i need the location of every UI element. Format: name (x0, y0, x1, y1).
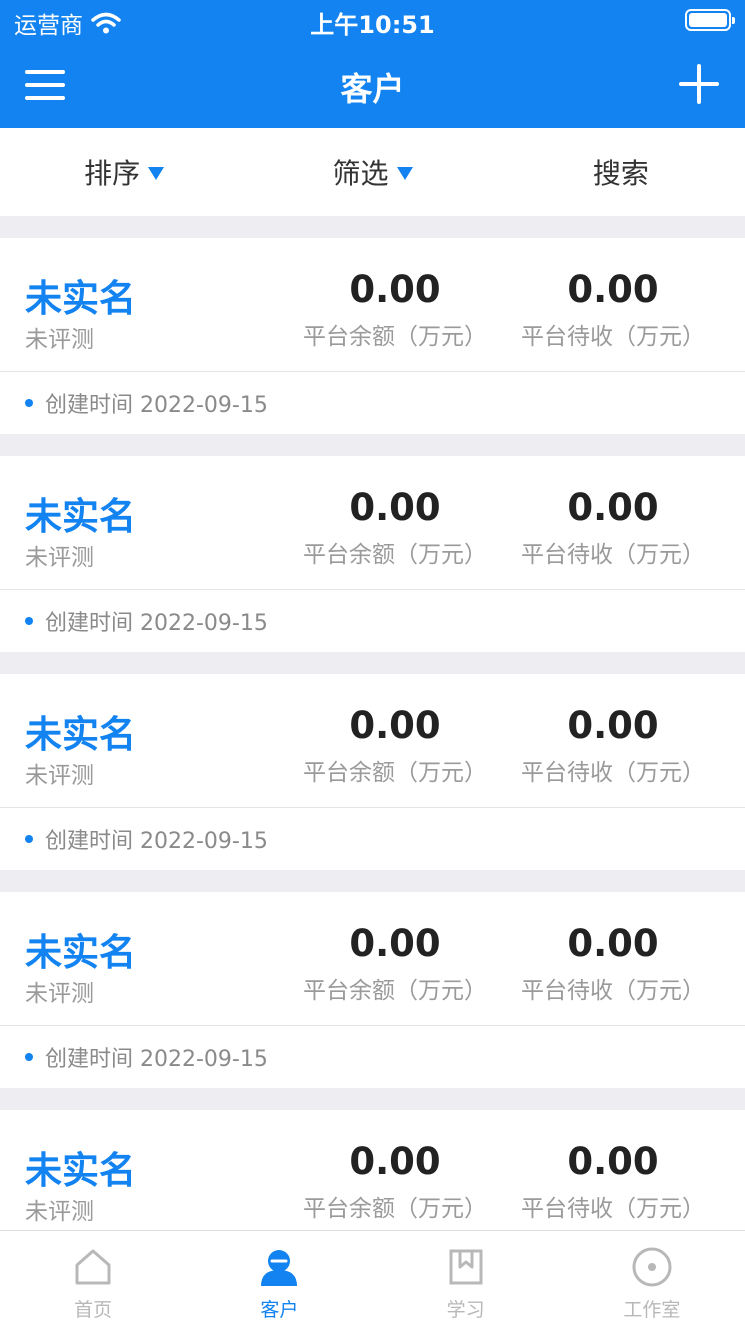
card-summary: 未实名 未评测 0.00 平台余额（万元） 0.00 平台待收（万元） (0, 456, 745, 590)
pending-value: 0.00 (567, 486, 659, 529)
pending-metric: 0.00 平台待收（万元） (508, 486, 718, 569)
tab-home-label: 首页 (74, 1299, 113, 1321)
pending-value: 0.00 (567, 922, 659, 965)
add-customer-button[interactable] (677, 62, 721, 106)
created-time: 创建时间 2022-09-15 (45, 393, 268, 418)
pending-label: 平台待收（万元） (521, 978, 705, 1004)
balance-value: 0.00 (349, 486, 441, 529)
page-title: 客户 (340, 70, 405, 108)
pending-metric: 0.00 平台待收（万元） (508, 1140, 718, 1223)
header: 运营商 上午10:51 客户 (0, 0, 745, 128)
search-label: 搜索 (592, 157, 649, 190)
pending-metric: 0.00 平台待收（万元） (508, 268, 718, 351)
customer-card[interactable]: 未实名 未评测 0.00 平台余额（万元） 0.00 平台待收（万元） 创建时间… (0, 456, 745, 652)
tab-bar: 首页 客户 学习 工作室 (0, 1230, 745, 1329)
balance-metric: 0.00 平台余额（万元） (290, 704, 500, 787)
caret-down-icon (148, 166, 165, 180)
balance-label: 平台余额（万元） (303, 324, 487, 350)
pending-label: 平台待收（万元） (521, 760, 705, 786)
created-time: 创建时间 2022-09-15 (45, 829, 268, 854)
caret-down-icon (396, 166, 413, 180)
pending-label: 平台待收（万元） (521, 324, 705, 350)
tab-studio[interactable]: 工作室 (559, 1231, 745, 1329)
battery-icon (685, 9, 735, 31)
filter-button[interactable]: 筛选 (248, 152, 496, 192)
pending-value: 0.00 (567, 268, 659, 311)
balance-metric: 0.00 平台余额（万元） (290, 922, 500, 1005)
clock: 上午10:51 (310, 11, 435, 39)
customer-card[interactable]: 未实名 未评测 0.00 平台余额（万元） 0.00 平台待收（万元） 创建时间… (0, 238, 745, 434)
card-summary: 未实名 未评测 0.00 平台余额（万元） 0.00 平台待收（万元） (0, 238, 745, 372)
balance-metric: 0.00 平台余额（万元） (290, 1140, 500, 1223)
assessment-status: 未评测 (25, 763, 94, 789)
sort-button[interactable]: 排序 (0, 152, 248, 192)
status-bar: 运营商 上午10:51 (0, 0, 745, 44)
customer-name: 未实名 (25, 1149, 136, 1192)
balance-value: 0.00 (349, 1140, 441, 1183)
card-footer: 创建时间 2022-09-15 (0, 808, 745, 870)
balance-label: 平台余额（万元） (303, 760, 487, 786)
bullet-dot (25, 617, 33, 625)
pending-metric: 0.00 平台待收（万元） (508, 704, 718, 787)
assessment-status: 未评测 (25, 545, 94, 571)
assessment-status: 未评测 (25, 981, 94, 1007)
app-root: 运营商 上午10:51 客户 排序 筛选 搜索 未实名 未评测 0.00 平台余… (0, 0, 745, 1329)
card-summary: 未实名 未评测 0.00 平台余额（万元） 0.00 平台待收（万元） (0, 1110, 745, 1244)
tab-home[interactable]: 首页 (0, 1231, 186, 1329)
balance-value: 0.00 (349, 704, 441, 747)
balance-metric: 0.00 平台余额（万元） (290, 268, 500, 351)
customer-name: 未实名 (25, 495, 136, 538)
nav-bar: 客户 (0, 44, 745, 128)
search-button[interactable]: 搜索 (497, 152, 745, 192)
home-icon (75, 1249, 111, 1285)
bullet-dot (25, 1053, 33, 1061)
tab-customer-label: 客户 (260, 1299, 299, 1321)
customer-name: 未实名 (25, 931, 136, 974)
card-summary: 未实名 未评测 0.00 平台余额（万元） 0.00 平台待收（万元） (0, 674, 745, 808)
balance-label: 平台余额（万元） (303, 1196, 487, 1222)
tab-study-label: 学习 (446, 1299, 485, 1321)
filter-bar: 排序 筛选 搜索 (0, 128, 745, 216)
tab-customer[interactable]: 客户 (186, 1231, 372, 1329)
filter-label: 筛选 (332, 157, 389, 190)
customer-icon (261, 1250, 298, 1286)
created-time: 创建时间 2022-09-15 (45, 611, 268, 636)
balance-value: 0.00 (349, 268, 441, 311)
pending-label: 平台待收（万元） (521, 1196, 705, 1222)
created-time: 创建时间 2022-09-15 (45, 1047, 268, 1072)
pending-metric: 0.00 平台待收（万元） (508, 922, 718, 1005)
bookmark-icon (449, 1249, 483, 1285)
customer-list: 未实名 未评测 0.00 平台余额（万元） 0.00 平台待收（万元） 创建时间… (0, 238, 745, 1328)
card-footer: 创建时间 2022-09-15 (0, 372, 745, 434)
studio-icon (632, 1247, 672, 1287)
pending-value: 0.00 (567, 1140, 659, 1183)
customer-card[interactable]: 未实名 未评测 0.00 平台余额（万元） 0.00 平台待收（万元） 创建时间… (0, 892, 745, 1088)
balance-label: 平台余额（万元） (303, 542, 487, 568)
tab-studio-label: 工作室 (623, 1299, 681, 1321)
balance-value: 0.00 (349, 922, 441, 965)
pending-label: 平台待收（万元） (521, 542, 705, 568)
sort-label: 排序 (84, 157, 141, 190)
bullet-dot (25, 399, 33, 407)
assessment-status: 未评测 (25, 327, 94, 353)
assessment-status: 未评测 (25, 1199, 94, 1225)
tab-study[interactable]: 学习 (373, 1231, 559, 1329)
pending-value: 0.00 (567, 704, 659, 747)
customer-name: 未实名 (25, 713, 136, 756)
customer-card[interactable]: 未实名 未评测 0.00 平台余额（万元） 0.00 平台待收（万元） 创建时间… (0, 674, 745, 870)
balance-label: 平台余额（万元） (303, 978, 487, 1004)
card-summary: 未实名 未评测 0.00 平台余额（万元） 0.00 平台待收（万元） (0, 892, 745, 1026)
bullet-dot (25, 835, 33, 843)
card-footer: 创建时间 2022-09-15 (0, 590, 745, 652)
balance-metric: 0.00 平台余额（万元） (290, 486, 500, 569)
card-footer: 创建时间 2022-09-15 (0, 1026, 745, 1088)
customer-name: 未实名 (25, 277, 136, 320)
